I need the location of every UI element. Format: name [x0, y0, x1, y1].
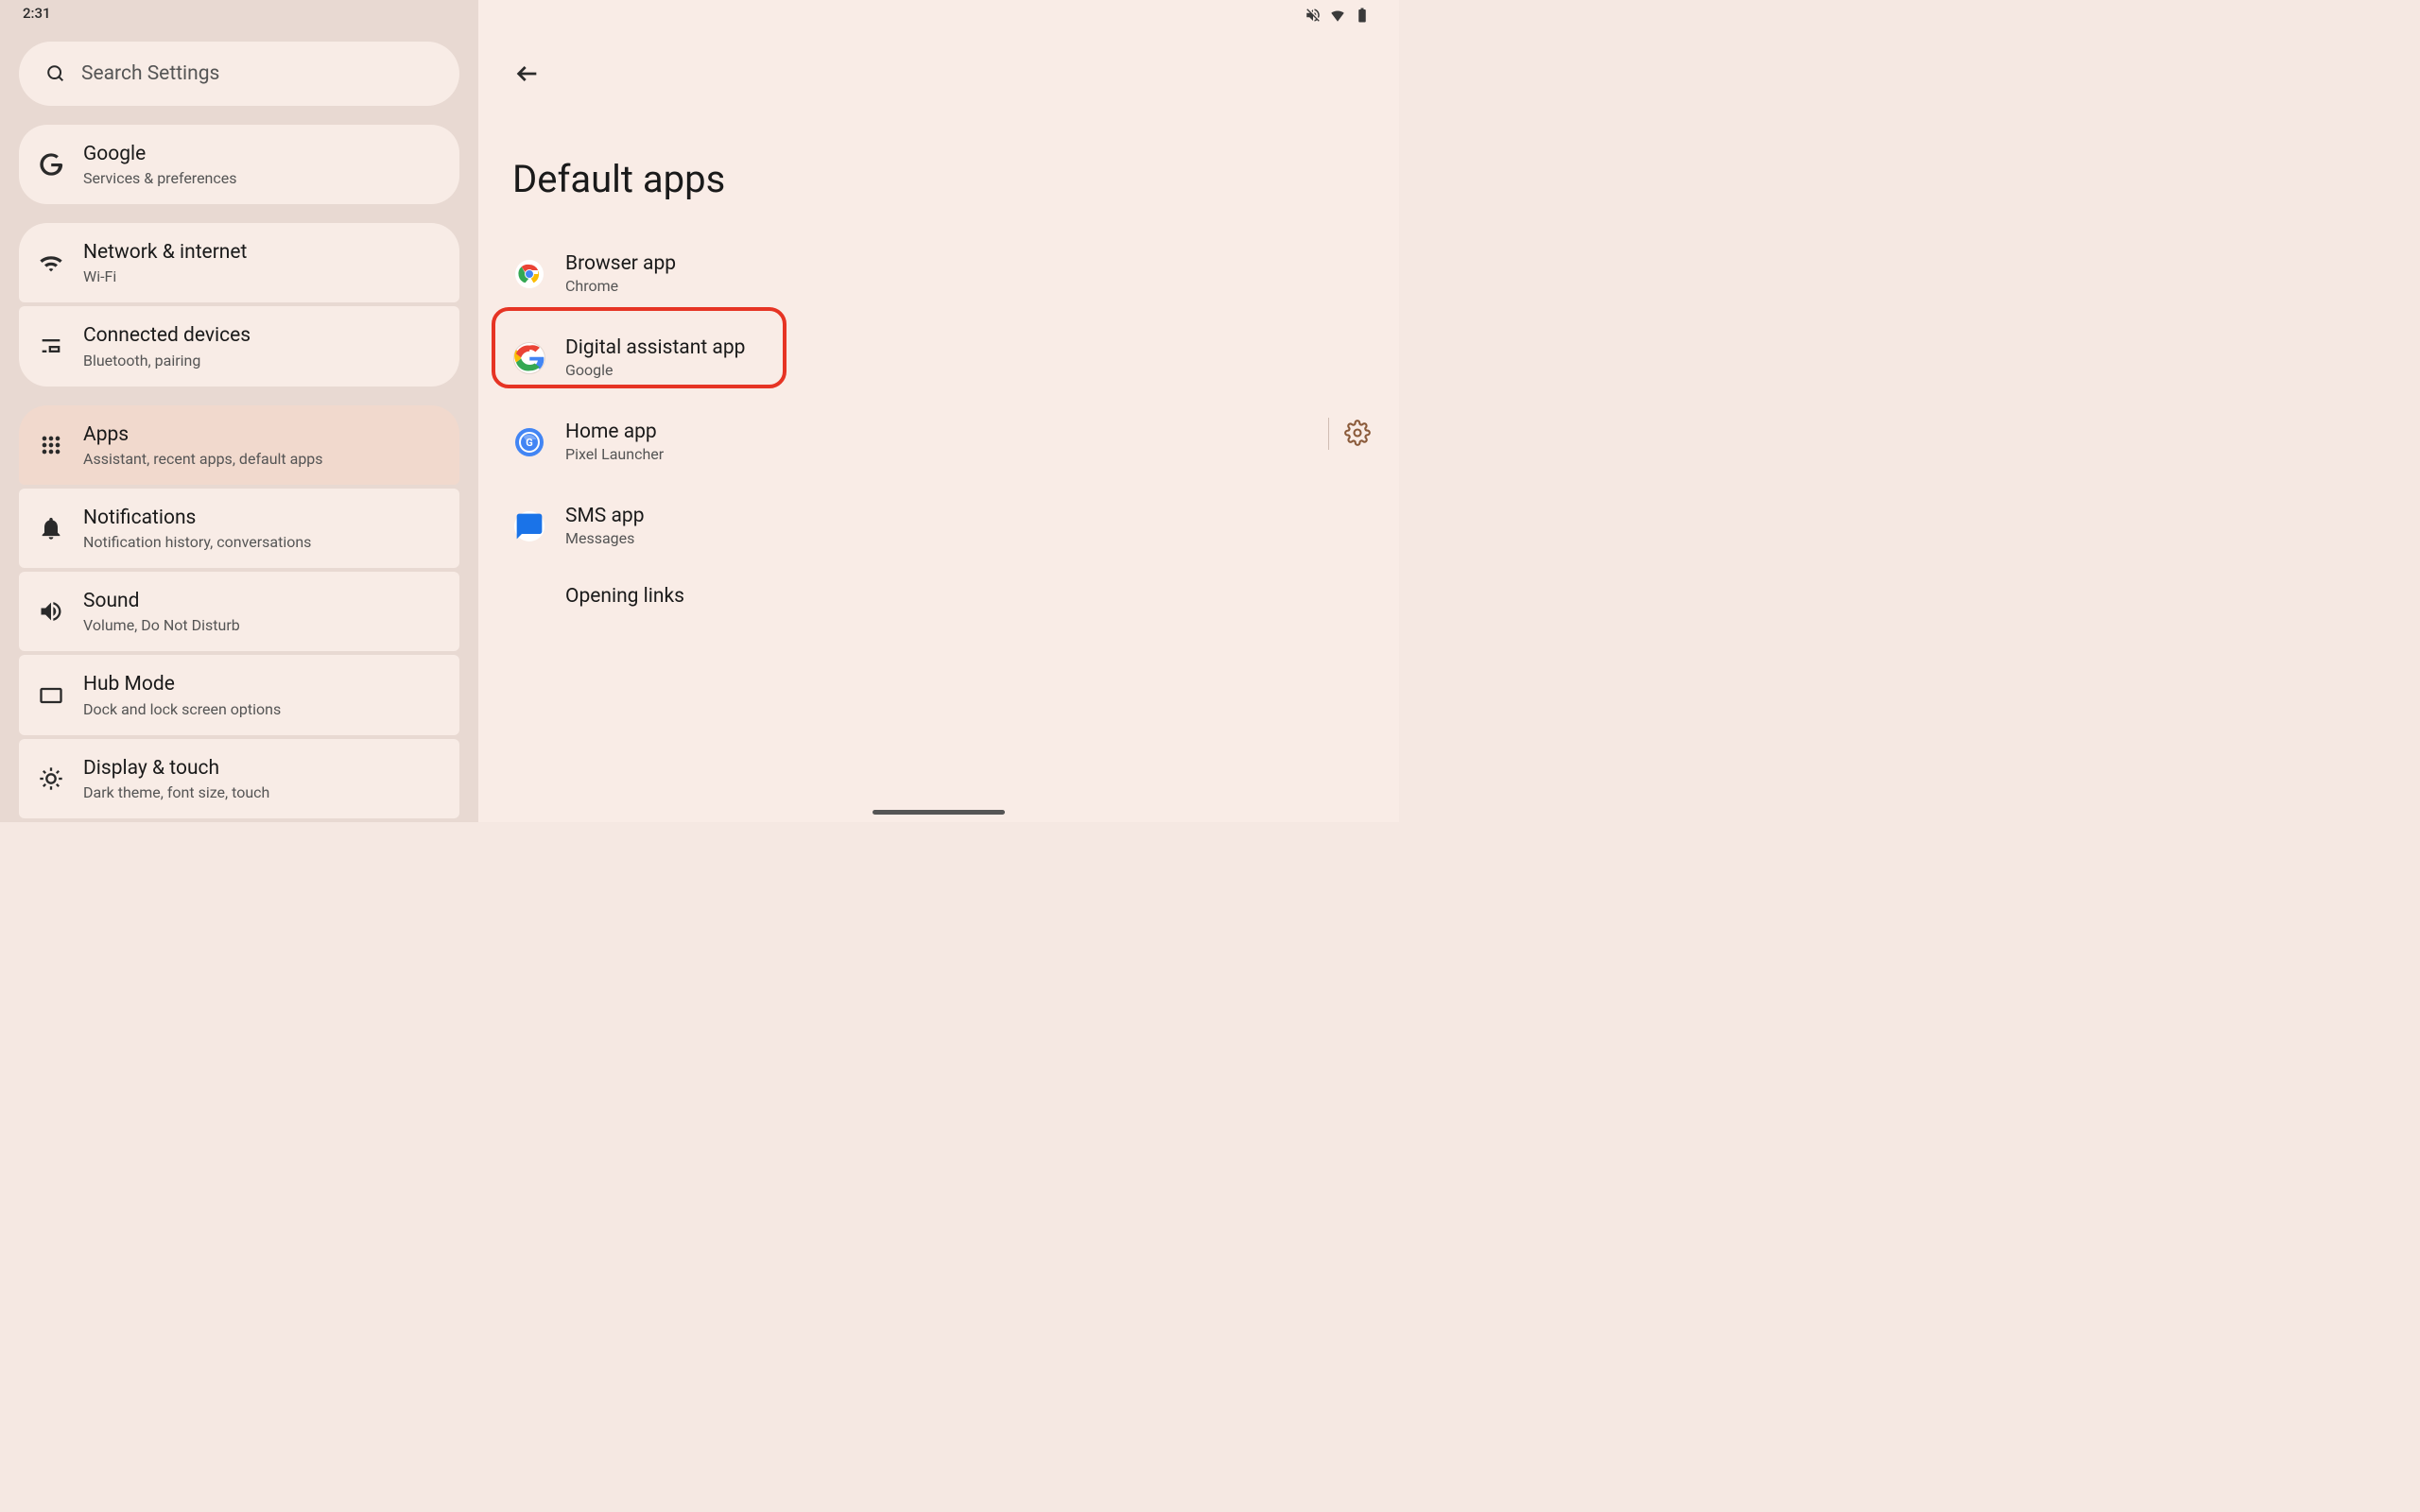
sidebar-item-sublabel: Services & preferences: [83, 169, 237, 187]
sidebar-item-label: Network & internet: [83, 240, 247, 266]
wifi-status-icon: [1329, 7, 1346, 24]
app-item-label: Browser app: [565, 252, 676, 275]
search-placeholder: Search Settings: [81, 62, 219, 85]
sidebar-item-sublabel: Dock and lock screen options: [83, 700, 281, 718]
google-icon: [38, 151, 64, 178]
sidebar-item-sublabel: Notification history, conversations: [83, 533, 311, 551]
sidebar-item-label: Sound: [83, 589, 240, 614]
svg-text:G: G: [526, 437, 533, 449]
statusbar-right: [505, 0, 1373, 30]
statusbar-left: 2:31: [19, 0, 459, 26]
app-item-label: Digital assistant app: [565, 336, 745, 359]
sidebar-item-sublabel: Volume, Do Not Disturb: [83, 616, 240, 634]
page-title: Default apps: [512, 157, 1373, 201]
sound-icon: [38, 598, 64, 625]
sidebar-item-sublabel: Dark theme, font size, touch: [83, 783, 269, 801]
google-color-icon: [514, 343, 544, 373]
navigation-handle[interactable]: [873, 810, 1005, 815]
default-app-browser[interactable]: Browser app Chrome: [505, 239, 1373, 308]
sidebar-item-label: Connected devices: [83, 323, 251, 349]
sidebar-panel: 2:31 Search Settings Google Services & p…: [0, 0, 478, 822]
sidebar-item-label: Apps: [83, 422, 323, 448]
bell-icon: [38, 515, 64, 541]
app-item-sublabel: Pixel Launcher: [565, 445, 664, 463]
default-app-digital-assistant[interactable]: Digital assistant app Google: [505, 323, 1373, 392]
app-item-sublabel: Chrome: [565, 277, 676, 295]
sidebar-item-label: Hub Mode: [83, 672, 281, 697]
gear-divider: [1328, 418, 1329, 450]
messages-icon: [514, 511, 544, 541]
main-panel: Default apps Browser app Chrome Digital …: [478, 0, 1399, 822]
default-app-opening-links[interactable]: Opening links: [505, 572, 1373, 621]
chrome-icon: [514, 259, 544, 289]
apps-icon: [38, 432, 64, 458]
wifi-icon: [38, 249, 64, 276]
default-app-sms[interactable]: SMS app Messages: [505, 491, 1373, 560]
app-item-label: SMS app: [565, 505, 645, 527]
display-icon: [38, 765, 64, 792]
sidebar-item-hub-mode[interactable]: Hub Mode Dock and lock screen options: [19, 655, 459, 734]
app-item-label: Opening links: [565, 585, 684, 608]
app-item-sublabel: Google: [565, 361, 745, 379]
default-app-home[interactable]: G Home app Pixel Launcher: [505, 407, 1373, 476]
pixel-launcher-icon: G: [514, 427, 544, 457]
sidebar-item-sublabel: Bluetooth, pairing: [83, 352, 251, 369]
app-item-label: Home app: [565, 421, 664, 443]
hub-icon: [38, 682, 64, 709]
home-app-settings-button[interactable]: [1344, 420, 1371, 446]
search-icon: [45, 63, 66, 84]
sidebar-item-network[interactable]: Network & internet Wi-Fi: [19, 223, 459, 302]
sidebar-item-label: Google: [83, 142, 237, 167]
sidebar-item-sublabel: Wi-Fi: [83, 267, 247, 285]
sidebar-item-sublabel: Assistant, recent apps, default apps: [83, 450, 323, 468]
default-apps-list: Browser app Chrome Digital assistant app…: [505, 239, 1373, 621]
app-item-sublabel: Messages: [565, 529, 645, 547]
sidebar-item-notifications[interactable]: Notifications Notification history, conv…: [19, 489, 459, 568]
sidebar-item-apps[interactable]: Apps Assistant, recent apps, default app…: [19, 405, 459, 485]
sidebar-item-display[interactable]: Display & touch Dark theme, font size, t…: [19, 739, 459, 818]
search-settings-box[interactable]: Search Settings: [19, 42, 459, 106]
mute-icon: [1305, 7, 1322, 24]
sidebar-item-sound[interactable]: Sound Volume, Do Not Disturb: [19, 572, 459, 651]
back-button[interactable]: [514, 60, 541, 87]
sidebar-item-label: Notifications: [83, 506, 311, 531]
sidebar-item-connected-devices[interactable]: Connected devices Bluetooth, pairing: [19, 306, 459, 386]
devices-icon: [38, 333, 64, 359]
battery-icon: [1354, 7, 1371, 24]
sidebar-item-label: Display & touch: [83, 756, 269, 782]
clock-time: 2:31: [23, 5, 51, 22]
sidebar-item-google[interactable]: Google Services & preferences: [19, 125, 459, 204]
